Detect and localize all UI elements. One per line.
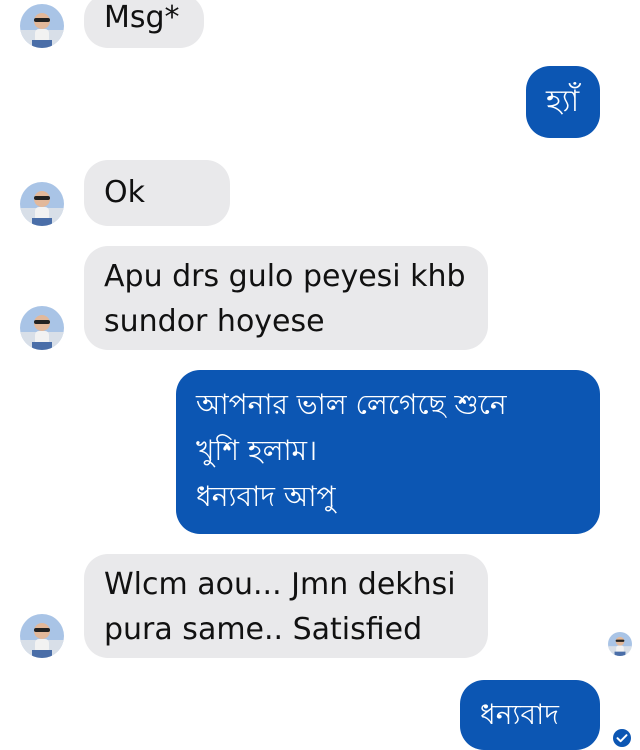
avatar-image xyxy=(20,306,64,350)
incoming-message[interactable]: Apu drs gulo peyesi khb sundor hoyese xyxy=(84,246,488,350)
avatar[interactable] xyxy=(20,614,64,658)
check-circle-icon xyxy=(612,728,632,748)
avatar-image xyxy=(20,614,64,658)
avatar[interactable] xyxy=(20,306,64,350)
outgoing-message[interactable]: ধন্যবাদ xyxy=(460,680,600,750)
avatar-image xyxy=(608,632,632,656)
seen-avatar xyxy=(608,632,632,656)
avatar-image xyxy=(20,4,64,48)
avatar[interactable] xyxy=(20,4,64,48)
incoming-message[interactable]: Msg* xyxy=(84,0,204,48)
chat-thread: Msg* হ্যাঁ Ok apu Apu drs gulo peyesi kh… xyxy=(0,0,640,750)
incoming-message[interactable]: Wlcm aou... Jmn dekhsi pura same.. Satis… xyxy=(84,554,488,658)
avatar[interactable] xyxy=(20,182,64,226)
incoming-message[interactable]: Ok apu xyxy=(84,160,230,276)
outgoing-message[interactable]: আপনার ভাল লেগেছে শুনে খুশি হলাম। ধন্যবাদ… xyxy=(176,370,600,534)
outgoing-message[interactable]: হ্যাঁ xyxy=(526,66,600,138)
avatar-image xyxy=(20,182,64,226)
